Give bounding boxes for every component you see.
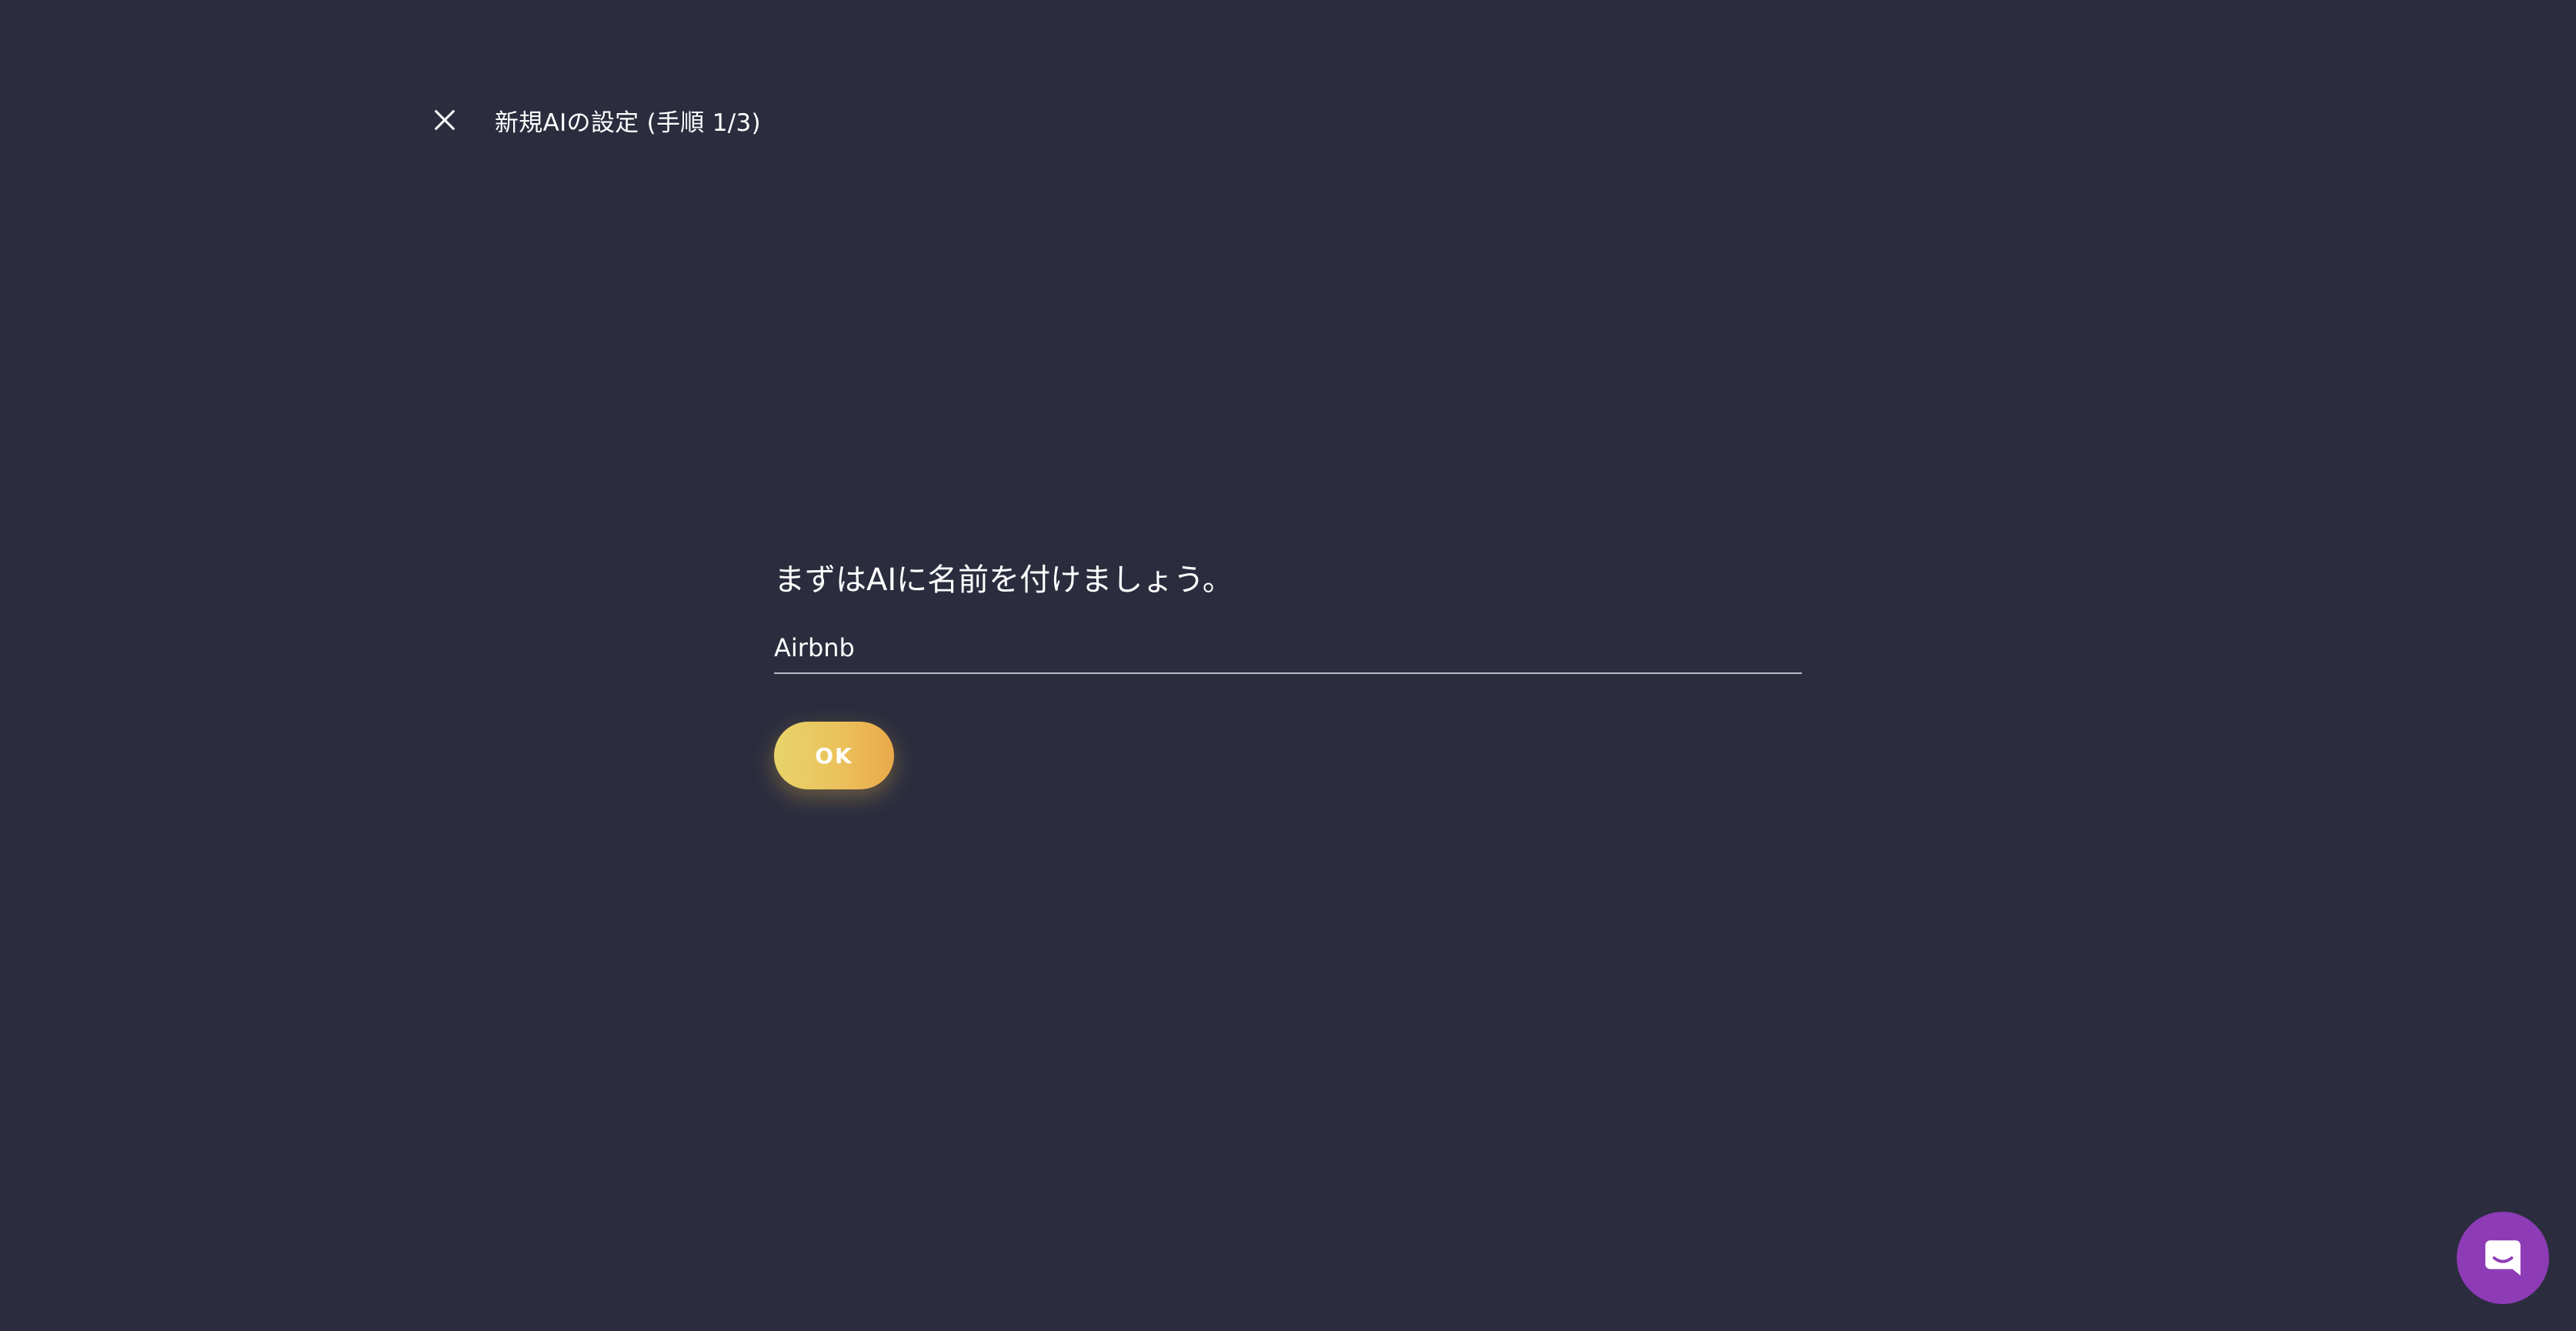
name-field <box>774 626 1802 674</box>
chat-bubble-icon <box>2485 1240 2521 1276</box>
step-header: 新規AIの設定 (手順 1/3) <box>427 98 761 142</box>
step-title: 新規AIの設定 (手順 1/3) <box>495 108 761 137</box>
ok-button[interactable]: OK <box>774 722 894 789</box>
close-icon <box>435 110 455 130</box>
name-prompt: まずはAIに名前を付けましょう。 <box>774 562 1233 598</box>
setup-page: 新規AIの設定 (手順 1/3) まずはAIに名前を付けましょう。 OK <box>0 0 2576 1331</box>
name-form: まずはAIに名前を付けましょう。 OK <box>774 555 1802 789</box>
chat-launcher-button[interactable] <box>2457 1212 2549 1304</box>
close-button[interactable] <box>427 102 462 138</box>
ai-name-input[interactable] <box>774 626 1802 669</box>
